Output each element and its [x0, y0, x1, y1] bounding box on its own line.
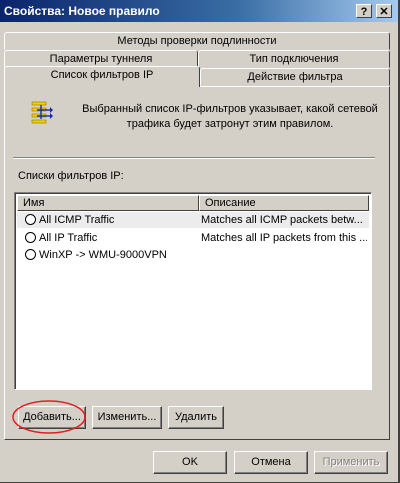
apply-button[interactable]: Применить — [314, 451, 388, 474]
cancel-button[interactable]: Отмена — [234, 451, 308, 474]
filter-name: All IP Traffic — [39, 232, 98, 244]
tab-filter-action[interactable]: Действие фильтра — [200, 68, 390, 86]
column-header-name[interactable]: Имя — [17, 195, 199, 211]
window-title: Свойства: Новое правило — [4, 4, 160, 18]
ok-button[interactable]: OK — [153, 451, 227, 474]
tab-connection-type[interactable]: Тип подключения — [198, 50, 390, 68]
radio-button[interactable] — [25, 232, 36, 243]
filter-description: Matches all IP packets from this ... — [201, 232, 367, 244]
info-text: Выбранный список IP-фильтров указывает, … — [82, 103, 378, 130]
highlight-ellipse — [12, 400, 86, 434]
filter-list-label: Списки фильтров IP: — [18, 170, 124, 182]
radio-button[interactable] — [25, 214, 36, 225]
tab-ip-filter-list[interactable]: Список фильтров IP — [4, 66, 200, 87]
filter-list[interactable]: Имя Описание All ICMP Traffic Matches al… — [14, 192, 372, 390]
close-button[interactable]: ✕ — [376, 4, 392, 18]
filter-list-icon — [31, 101, 53, 124]
list-item[interactable]: WinXP -> WMU-9000VPN — [17, 247, 369, 263]
separator — [13, 157, 375, 159]
radio-button[interactable] — [25, 249, 36, 260]
list-item[interactable]: All ICMP Traffic Matches all ICMP packet… — [17, 212, 369, 228]
delete-button[interactable]: Удалить — [168, 406, 224, 429]
dialog-window: Свойства: Новое правило ? ✕ Методы прове… — [0, 0, 400, 483]
title-bar[interactable]: Свойства: Новое правило ? ✕ — [0, 0, 398, 22]
filter-name: All ICMP Traffic — [39, 214, 115, 226]
filter-name: WinXP -> WMU-9000VPN — [39, 249, 167, 261]
filter-description: Matches all ICMP packets betw... — [201, 214, 363, 226]
list-item[interactable]: All IP Traffic Matches all IP packets fr… — [17, 230, 369, 246]
column-header-description[interactable]: Описание — [199, 195, 369, 211]
tab-authentication-methods[interactable]: Методы проверки подлинности — [4, 32, 390, 50]
help-button[interactable]: ? — [356, 4, 372, 18]
edit-button[interactable]: Изменить... — [92, 406, 162, 429]
